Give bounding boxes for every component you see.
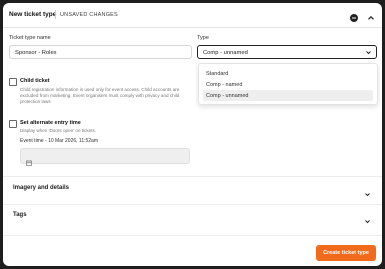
type-option-comp-named[interactable]: Comp - named xyxy=(203,79,373,90)
chevron-down-icon xyxy=(365,49,372,56)
dialog-title: New ticket type xyxy=(9,11,57,18)
type-dropdown-menu: Standard Comp - named Comp - unnamed xyxy=(198,63,378,105)
ticket-name-input[interactable]: Sponsor - Rolex xyxy=(9,45,192,59)
alt-entry-date-input[interactable] xyxy=(20,148,190,166)
child-ticket-desc-line-3: protection laws xyxy=(20,99,51,104)
unsaved-changes-label: UNSAVED CHANGES xyxy=(60,11,118,18)
minus-circle-icon[interactable] xyxy=(349,10,359,22)
alt-entry-checkbox[interactable] xyxy=(9,120,17,128)
event-time-text: Event time - 10 Mar 2026, 11:52am xyxy=(20,138,99,144)
type-option-comp-unnamed[interactable]: Comp - unnamed xyxy=(203,90,373,101)
section-divider xyxy=(3,235,382,236)
header-divider xyxy=(55,10,56,19)
chevron-down-icon xyxy=(364,185,371,197)
ticket-name-label: Ticket type name xyxy=(9,35,51,41)
type-select-value: Comp - unnamed xyxy=(203,49,248,56)
type-select[interactable]: Comp - unnamed xyxy=(197,45,377,59)
type-label: Type xyxy=(197,35,209,41)
alt-entry-desc: Display when 'Doors open' on tickets. xyxy=(20,128,97,133)
section-divider xyxy=(3,204,382,205)
dialog-header: New ticket type UNSAVED CHANGES xyxy=(3,3,382,28)
section-divider xyxy=(3,176,382,177)
create-ticket-type-button[interactable]: Create ticket type xyxy=(316,245,376,261)
ticket-type-dialog: New ticket type UNSAVED CHANGES Ticket t… xyxy=(3,3,382,266)
type-option-standard[interactable]: Standard xyxy=(203,68,373,79)
calendar-icon xyxy=(26,153,32,166)
tags-section-title: Tags xyxy=(13,212,27,218)
collapse-chevron-up-icon[interactable] xyxy=(366,10,376,20)
alt-entry-title: Set alternate entry time xyxy=(20,120,81,126)
child-ticket-title: Child ticket xyxy=(20,78,50,84)
child-ticket-checkbox[interactable] xyxy=(9,78,17,86)
chevron-down-icon xyxy=(364,212,371,224)
ticket-name-value: Sponsor - Rolex xyxy=(15,49,57,56)
imagery-section-title: Imagery and details xyxy=(13,185,70,191)
